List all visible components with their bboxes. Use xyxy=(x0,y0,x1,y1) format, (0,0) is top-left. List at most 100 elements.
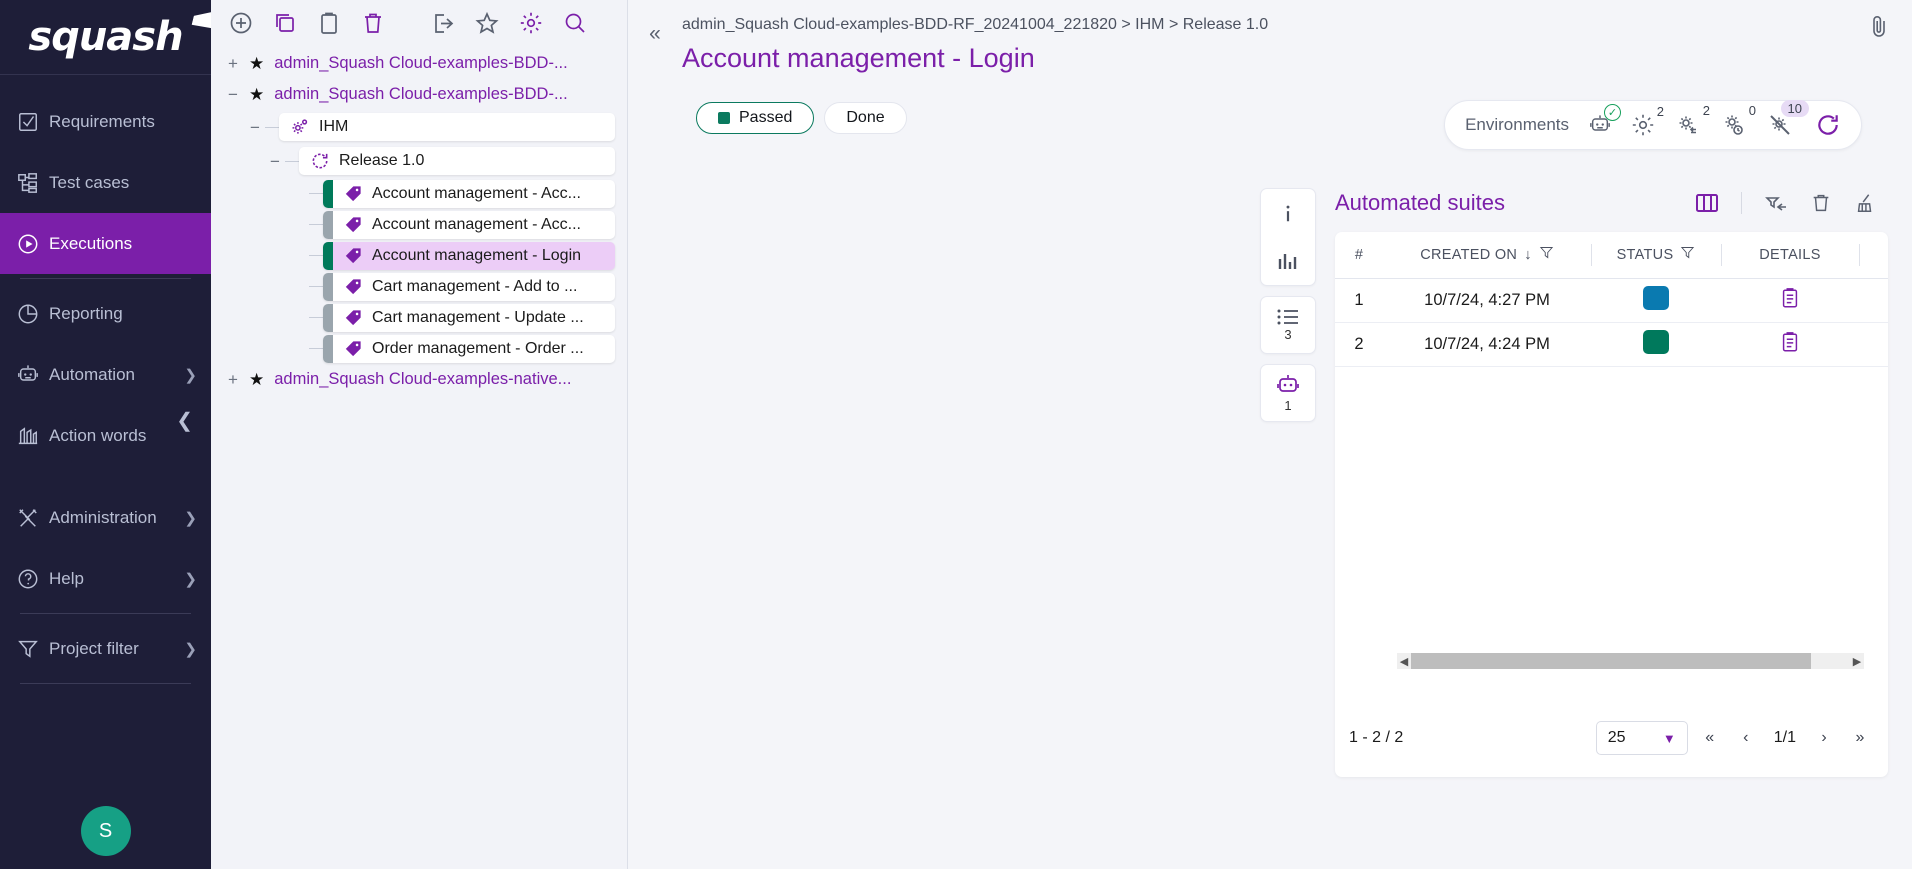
sidebar-item-administration[interactable]: Administration❯ xyxy=(0,487,211,548)
tree-node[interactable]: Account management - Login xyxy=(323,242,615,270)
add-icon[interactable] xyxy=(221,6,261,40)
prev-page-button[interactable]: ‹ xyxy=(1732,723,1760,753)
paperclip-icon[interactable] xyxy=(1868,14,1890,45)
filter-icon[interactable] xyxy=(1539,245,1554,264)
export-icon[interactable] xyxy=(423,6,463,40)
trash-icon[interactable] xyxy=(1810,192,1832,214)
star-icon[interactable]: ★ xyxy=(249,54,264,74)
tree-expander-placeholder xyxy=(289,246,309,266)
last-page-button[interactable]: » xyxy=(1846,723,1874,753)
tree-node[interactable]: IHM xyxy=(279,113,615,141)
side-tab-automation[interactable]: 1 xyxy=(1261,365,1315,421)
star-icon[interactable] xyxy=(467,6,507,40)
sidebar-item-test-cases[interactable]: Test cases xyxy=(0,152,211,213)
refresh-icon[interactable] xyxy=(1815,112,1841,138)
avatar[interactable]: S xyxy=(81,806,131,856)
tree-expander[interactable]: + xyxy=(223,370,243,390)
gear-icon[interactable]: 2 xyxy=(1631,113,1655,137)
column-header-details[interactable]: DETAILS xyxy=(1721,232,1859,278)
gear-icon[interactable] xyxy=(511,6,551,40)
sidebar-item-label: Requirements xyxy=(49,112,211,132)
scroll-thumb[interactable] xyxy=(1411,653,1811,669)
status-badge-passed[interactable]: Passed xyxy=(696,102,814,134)
brand-logo[interactable]: squash xyxy=(0,0,211,75)
column-header-label: CREATED ON xyxy=(1420,247,1517,263)
broom-icon[interactable] xyxy=(1854,192,1876,214)
next-page-button[interactable]: › xyxy=(1810,723,1838,753)
clipboard-list-icon[interactable] xyxy=(1779,331,1801,353)
table-row[interactable]: 210/7/24, 4:24 PMadminSuite xyxy=(1335,322,1888,366)
column-header-created_on[interactable]: CREATED ON ↓ xyxy=(1383,232,1591,278)
horizontal-scrollbar[interactable]: ◀ ▶ xyxy=(1397,653,1864,669)
page-size-select[interactable]: 25 ▼ xyxy=(1596,721,1688,755)
star-icon[interactable]: ★ xyxy=(249,85,264,105)
tree-node[interactable]: Account management - Acc... xyxy=(323,180,615,208)
paste-icon[interactable] xyxy=(309,6,349,40)
tree-root-item[interactable]: + ★ admin_Squash Cloud-examples-native... xyxy=(211,364,627,395)
tree-node-item[interactable]: Account management - Login xyxy=(211,240,627,271)
sidebar-item-project-filter[interactable]: Project filter❯ xyxy=(0,618,211,679)
tree-node[interactable]: Account management - Acc... xyxy=(323,211,615,239)
funnel-icon xyxy=(17,637,49,661)
sidebar-item-reporting[interactable]: Reporting xyxy=(0,283,211,344)
filter-off-icon[interactable] xyxy=(1764,193,1788,213)
cell-details xyxy=(1721,322,1859,366)
clipboard-list-icon[interactable] xyxy=(1779,287,1801,309)
sidebar-item-requirements[interactable]: Requirements xyxy=(0,91,211,152)
side-tab-list[interactable]: 3 xyxy=(1261,297,1315,353)
tree-connector xyxy=(309,193,323,194)
tree-expander[interactable]: − xyxy=(265,151,285,171)
scroll-right-arrow[interactable]: ▶ xyxy=(1850,655,1864,668)
copy-icon[interactable] xyxy=(265,6,305,40)
tree-node-item[interactable]: Order management - Order ... xyxy=(211,333,627,364)
side-tab-info[interactable] xyxy=(1261,189,1315,237)
delete-icon[interactable] xyxy=(353,6,393,40)
tree-expander[interactable]: − xyxy=(223,85,243,105)
page-size-value: 25 xyxy=(1608,729,1626,747)
tree-expander[interactable]: − xyxy=(245,117,265,137)
status-color-bar xyxy=(323,304,333,332)
first-page-button[interactable]: « xyxy=(1696,723,1724,753)
tree-root-item[interactable]: −★ admin_Squash Cloud-examples-BDD-... xyxy=(211,79,627,110)
tree-root-item[interactable]: +★admin_Squash Cloud-examples-BDD-... xyxy=(211,48,627,79)
tree-root-label: admin_Squash Cloud-examples-native... xyxy=(274,370,571,389)
tree-connector xyxy=(309,317,323,318)
sort-desc-icon[interactable]: ↓ xyxy=(1524,247,1532,263)
tree-node-label: IHM xyxy=(319,118,348,136)
robot-icon[interactable]: ✓ xyxy=(1589,114,1611,136)
tree-rows: +★admin_Squash Cloud-examples-BDD-...−★a… xyxy=(211,38,627,395)
sidebar-item-automation[interactable]: Automation❯ xyxy=(0,344,211,405)
tree-node-item[interactable]: −Release 1.0 xyxy=(211,144,627,178)
tree-node[interactable]: Cart management - Update ... xyxy=(323,304,615,332)
gear-disabled-icon[interactable]: 10 xyxy=(1767,112,1793,138)
scroll-left-arrow[interactable]: ◀ xyxy=(1397,655,1411,668)
column-header-status[interactable]: STATUS xyxy=(1591,232,1721,278)
tree-node[interactable]: Release 1.0 xyxy=(299,147,615,175)
column-header-num[interactable]: # xyxy=(1335,232,1383,278)
tree-node-item[interactable]: Cart management - Add to ... xyxy=(211,271,627,302)
tree-expander[interactable]: + xyxy=(223,54,243,74)
search-icon[interactable] xyxy=(555,6,595,40)
columns-icon[interactable] xyxy=(1695,193,1719,213)
tree-root-label: admin_Squash Cloud-examples-BDD-... xyxy=(274,85,567,104)
sidebar-item-executions[interactable]: Executions xyxy=(0,213,211,274)
tree-node[interactable]: Order management - Order ... xyxy=(323,335,615,363)
tree-node-item[interactable]: Cart management - Update ... xyxy=(211,302,627,333)
side-tab-chart[interactable] xyxy=(1261,237,1315,285)
sidebar-item-help[interactable]: Help❯ xyxy=(0,548,211,609)
tree-node[interactable]: Cart management - Add to ... xyxy=(323,273,615,301)
gear-sync-icon[interactable]: 2 xyxy=(1675,112,1701,138)
tree-node-item[interactable]: Account management - Acc... xyxy=(211,209,627,240)
gear-history-icon[interactable]: 0 xyxy=(1721,112,1747,138)
tree-node-item[interactable]: Account management - Acc... xyxy=(211,178,627,209)
column-header-report[interactable]: REPORT xyxy=(1859,232,1888,278)
filter-icon[interactable] xyxy=(1680,245,1695,264)
tree-node-item[interactable]: − IHM xyxy=(211,110,627,144)
panel-collapse-button[interactable]: « xyxy=(628,12,682,74)
nav-collapse-button[interactable]: ❮ xyxy=(176,408,193,433)
scroll-track[interactable] xyxy=(1411,653,1850,669)
table-row[interactable]: 110/7/24, 4:27 PM/ xyxy=(1335,278,1888,322)
environments-label: Environments xyxy=(1465,115,1569,135)
status-badge-done[interactable]: Done xyxy=(824,102,906,134)
star-icon[interactable]: ★ xyxy=(249,370,264,390)
